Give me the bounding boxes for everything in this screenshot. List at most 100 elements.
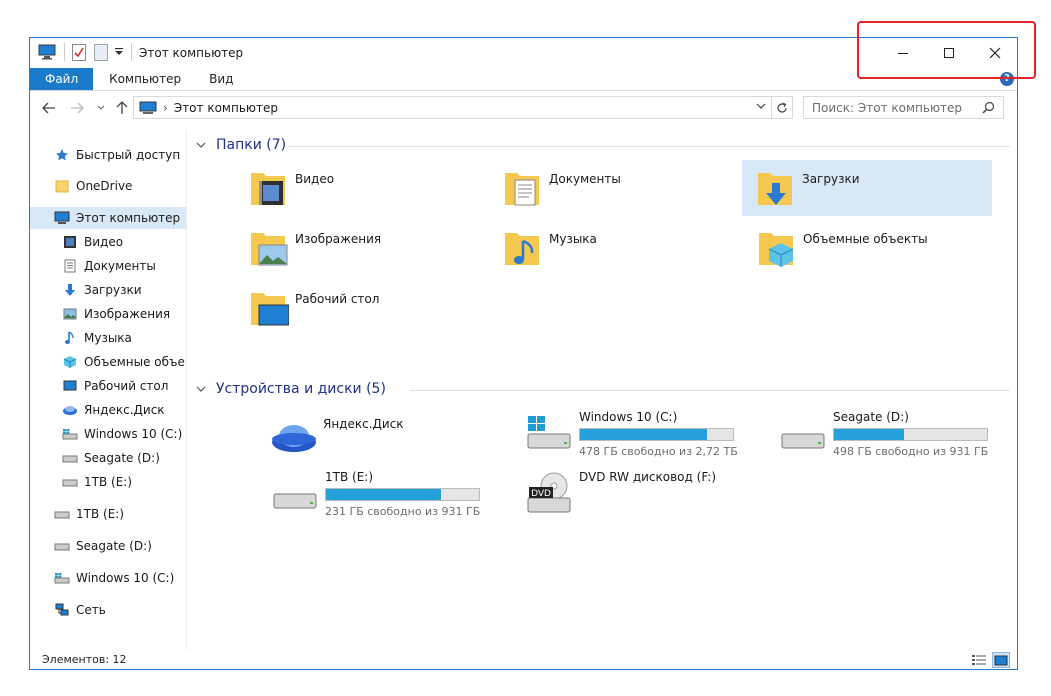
nav-item-this-pc[interactable]: Этот компьютер: [30, 207, 186, 229]
item-count: Элементов: 12: [42, 653, 127, 666]
group-header-devices[interactable]: Устройства и диски (5): [196, 381, 386, 397]
drive-tile-dvd-f[interactable]: DVD DVD RW дисковод (F:): [526, 470, 776, 526]
breadcrumb-this-pc[interactable]: Этот компьютер: [174, 101, 278, 115]
status-bar: Элементов: 12: [30, 650, 1017, 670]
download-icon: [62, 282, 78, 298]
drive-icon: [781, 433, 825, 449]
drive-icon: [62, 450, 78, 466]
customize-toolbar-icon[interactable]: [114, 47, 124, 57]
folder-tile-video[interactable]: Видео: [241, 160, 491, 216]
search-icon[interactable]: [982, 101, 995, 114]
search-placeholder: Поиск: Этот компьютер: [812, 101, 963, 115]
separator: [131, 43, 132, 61]
search-input[interactable]: Поиск: Этот компьютер: [803, 96, 1004, 119]
nav-item-network[interactable]: Сеть: [54, 599, 184, 621]
drive-tile-yandex-disk[interactable]: Яндекс.Диск: [271, 410, 521, 466]
breadcrumb-separator: ›: [163, 100, 168, 115]
details-view-icon: [972, 655, 986, 665]
capacity-fill-c: [580, 429, 707, 440]
window-title: Этот компьютер: [139, 46, 244, 60]
refresh-button[interactable]: [771, 97, 792, 118]
drive-icon: [62, 474, 78, 490]
arrow-up-icon: [116, 101, 128, 114]
desktop-icon: [62, 378, 78, 394]
navigation-pane: Быстрый доступ OneDrive Этот компьютер В…: [30, 130, 187, 650]
tab-computer[interactable]: Компьютер: [93, 68, 197, 90]
nav-item-windows-c[interactable]: Windows 10 (C:): [62, 423, 186, 445]
drive-tile-1tb-e[interactable]: 1TB (E:) 231 ГБ свободно из 931 ГБ: [272, 470, 522, 526]
drive-icon: [54, 506, 70, 522]
capacity-fill-e: [326, 489, 441, 500]
drive-icon: [273, 493, 317, 509]
nav-item-desktop[interactable]: Рабочий стол: [62, 375, 186, 397]
address-dropdown-icon[interactable]: [756, 103, 766, 110]
document-icon: [62, 258, 78, 274]
separator: [64, 43, 65, 61]
windows-drive-icon: [527, 416, 571, 449]
back-button[interactable]: [40, 98, 58, 118]
yandex-disk-icon: [272, 425, 316, 452]
tab-file[interactable]: Файл: [30, 68, 94, 90]
refresh-icon: [777, 101, 787, 113]
capacity-fill-d: [834, 429, 905, 440]
details-view-button[interactable]: [970, 652, 988, 668]
large-icons-view-icon: [994, 655, 1008, 665]
yandex-disk-icon: [62, 402, 78, 418]
address-row: › Этот компьютер Поиск: Этот компьютер: [30, 96, 1017, 120]
folder-tile-music[interactable]: Музыка: [495, 220, 745, 276]
capacity-bar-d: [833, 428, 988, 441]
nav-item-3d-objects[interactable]: Объемные объекты: [62, 351, 186, 373]
computer-icon: [38, 44, 56, 60]
nav-item-quick-access[interactable]: Быстрый доступ: [54, 144, 184, 166]
group-header-folders[interactable]: Папки (7): [196, 137, 286, 153]
chevron-down-icon: [196, 139, 208, 152]
nav-item-onedrive[interactable]: OneDrive: [54, 175, 184, 197]
nav-item-video[interactable]: Видео: [62, 231, 186, 253]
documents-folder-icon: [505, 173, 539, 206]
up-button[interactable]: [113, 98, 131, 118]
tab-view[interactable]: Вид: [197, 68, 245, 90]
folder-tile-3d-objects[interactable]: Объемные объекты: [749, 220, 999, 276]
arrow-left-icon: [42, 102, 55, 114]
music-folder-icon: [505, 233, 539, 265]
address-bar[interactable]: › Этот компьютер: [133, 96, 793, 119]
group-divider: [410, 390, 1010, 391]
nav-item-1tb-e-root[interactable]: 1TB (E:): [54, 503, 184, 525]
star-icon: [54, 147, 70, 163]
chevron-down-icon: [97, 105, 105, 110]
drive-tile-seagate-d[interactable]: Seagate (D:) 498 ГБ свободно из 931 ГБ: [780, 410, 1030, 466]
folder-tile-documents[interactable]: Документы: [495, 160, 745, 216]
nav-item-downloads[interactable]: Загрузки: [62, 279, 186, 301]
onedrive-folder-icon: [54, 178, 70, 194]
nav-item-documents[interactable]: Документы: [62, 255, 186, 277]
3d-objects-icon: [62, 354, 78, 370]
highlight-frame: [857, 21, 1036, 79]
capacity-bar-c: [579, 428, 734, 441]
folder-tile-desktop[interactable]: Рабочий стол: [241, 280, 491, 336]
properties-icon[interactable]: [72, 44, 86, 61]
computer-icon: [54, 210, 70, 226]
group-divider: [288, 146, 1010, 147]
nav-item-pictures[interactable]: Изображения: [62, 303, 186, 325]
folder-tile-pictures[interactable]: Изображения: [241, 220, 491, 276]
network-icon: [54, 602, 70, 618]
content-area: Папки (7) Видео Документы Загрузки Изобр…: [188, 130, 1018, 650]
large-icons-view-button[interactable]: [992, 652, 1010, 668]
drive-tile-windows-c[interactable]: Windows 10 (C:) 478 ГБ свободно из 2,72 …: [526, 410, 776, 466]
forward-button[interactable]: [68, 98, 86, 118]
nav-item-windows-c-root[interactable]: Windows 10 (C:): [54, 567, 184, 589]
video-icon: [62, 234, 78, 250]
nav-item-yandex-disk[interactable]: Яндекс.Диск: [62, 399, 186, 421]
dvd-drive-icon: DVD: [527, 472, 571, 513]
downloads-folder-icon: [758, 173, 792, 205]
nav-item-music[interactable]: Музыка: [62, 327, 186, 349]
recent-locations-button[interactable]: [92, 98, 110, 118]
nav-item-1tb-e[interactable]: 1TB (E:): [62, 471, 186, 493]
desktop-folder-icon: [251, 293, 289, 326]
nav-item-seagate-d-root[interactable]: Seagate (D:): [54, 535, 184, 557]
new-folder-icon[interactable]: [94, 44, 108, 61]
ribbon-divider: [30, 90, 1017, 91]
windows-drive-icon: [62, 426, 78, 442]
nav-item-seagate-d[interactable]: Seagate (D:): [62, 447, 186, 469]
folder-tile-downloads[interactable]: Загрузки: [742, 160, 992, 216]
